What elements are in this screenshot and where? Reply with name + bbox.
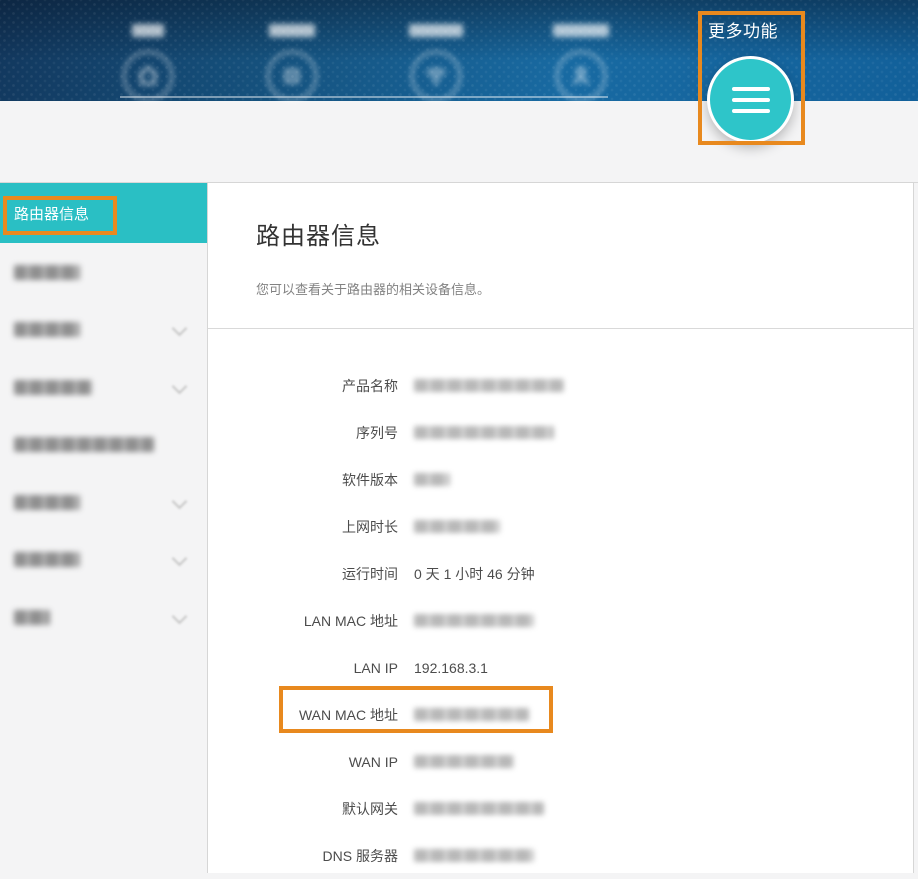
field-value: 0 天 1 小时 46 分钟 — [414, 564, 535, 584]
blurred-text — [14, 552, 80, 567]
field-row-lan-ip: LAN IP 192.168.3.1 — [208, 644, 913, 691]
page-description: 您可以查看关于路由器的相关设备信息。 — [256, 279, 490, 298]
sidebar-item-blurred[interactable] — [0, 309, 207, 349]
field-label: LAN MAC 地址 — [208, 611, 398, 631]
redacted-value — [414, 614, 534, 627]
field-label: 默认网关 — [208, 799, 398, 819]
field-label: 上网时长 — [208, 517, 398, 537]
blurred-text — [14, 265, 80, 280]
home-icon — [123, 51, 173, 101]
page-title: 路由器信息 — [256, 216, 381, 251]
device-icon — [267, 51, 317, 101]
field-row-software-version: 软件版本 — [208, 456, 913, 503]
blurred-text — [14, 380, 92, 395]
nav-underline — [120, 96, 608, 98]
nav-label-blurred — [409, 24, 463, 37]
field-row-serial-number: 序列号 — [208, 409, 913, 456]
router-info-panel: 路由器信息 您可以查看关于路由器的相关设备信息。 产品名称 序列号 软件版本 上… — [207, 182, 914, 873]
panel-divider — [208, 328, 913, 329]
sidebar-item-blurred[interactable] — [0, 597, 207, 637]
nav-item-devices[interactable] — [232, 24, 352, 101]
field-row-online-duration: 上网时长 — [208, 503, 913, 550]
redacted-value — [414, 802, 544, 815]
router-info-highlight-box — [3, 196, 117, 235]
blurred-text — [14, 610, 50, 625]
field-label: 运行时间 — [208, 564, 398, 584]
nav-label-blurred — [269, 24, 315, 37]
field-label: 序列号 — [208, 423, 398, 443]
field-row-uptime: 运行时间 0 天 1 小时 46 分钟 — [208, 550, 913, 597]
nav-label-blurred — [553, 24, 609, 37]
nav-item-home[interactable] — [88, 24, 208, 101]
field-row-product-name: 产品名称 — [208, 362, 913, 409]
field-row-lan-mac: LAN MAC 地址 — [208, 597, 913, 644]
sidebar-item-blurred[interactable] — [0, 482, 207, 522]
field-row-default-gateway: 默认网关 — [208, 785, 913, 832]
more-functions-label: 更多功能 — [708, 17, 778, 42]
chevron-down-icon — [172, 609, 188, 625]
redacted-value — [414, 520, 500, 533]
redacted-value — [414, 755, 514, 768]
chevron-down-icon — [172, 379, 188, 395]
field-row-dns-server: DNS 服务器 — [208, 832, 913, 879]
redacted-value — [414, 379, 564, 392]
sidebar-item-blurred[interactable] — [0, 539, 207, 579]
blurred-text — [14, 322, 80, 337]
nav-item-users[interactable] — [521, 24, 641, 101]
field-label: DNS 服务器 — [208, 846, 398, 866]
field-label: LAN IP — [208, 660, 398, 676]
chevron-down-icon — [172, 551, 188, 567]
sidebar-item-blurred[interactable] — [0, 252, 207, 292]
chevron-down-icon — [172, 494, 188, 510]
field-value: 192.168.3.1 — [414, 660, 488, 676]
wan-mac-highlight-box — [279, 686, 553, 733]
nav-item-wifi[interactable] — [376, 24, 496, 101]
redacted-value — [414, 426, 554, 439]
user-icon — [556, 51, 606, 101]
field-row-wan-ip: WAN IP — [208, 738, 913, 785]
sidebar-item-blurred[interactable] — [0, 424, 207, 464]
redacted-value — [414, 473, 450, 486]
chevron-down-icon — [172, 321, 188, 337]
blurred-text — [14, 495, 80, 510]
field-label: 软件版本 — [208, 470, 398, 490]
sidebar-item-blurred[interactable] — [0, 367, 207, 407]
wifi-icon — [411, 51, 461, 101]
blurred-text — [14, 437, 154, 452]
field-label: WAN IP — [208, 754, 398, 770]
nav-label-blurred — [132, 24, 164, 37]
redacted-value — [414, 849, 534, 862]
field-label: 产品名称 — [208, 376, 398, 396]
